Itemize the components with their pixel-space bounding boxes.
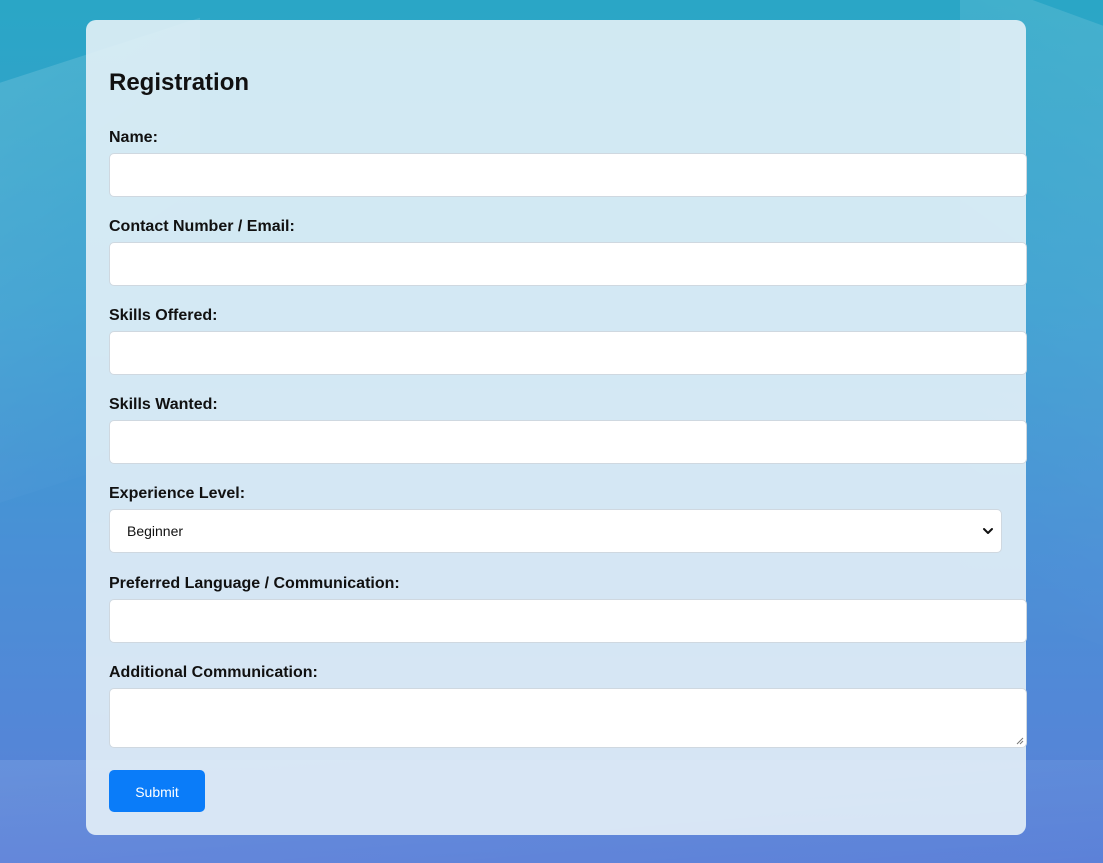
language-input[interactable] <box>109 599 1027 643</box>
skills-offered-field-group: Skills Offered: <box>109 307 1027 375</box>
contact-field-group: Contact Number / Email: <box>109 218 1027 286</box>
name-label: Name: <box>109 129 158 146</box>
skills-offered-input[interactable] <box>109 331 1027 375</box>
registration-card: Registration Name: Contact Number / Emai… <box>86 20 1027 835</box>
submit-button[interactable]: Submit <box>109 770 205 812</box>
chevron-down-icon <box>983 528 993 534</box>
language-label: Preferred Language / Communication: <box>109 575 400 592</box>
skills-wanted-input[interactable] <box>109 420 1027 464</box>
form-title: Registration <box>109 69 250 96</box>
experience-selected-value: Beginner <box>127 523 184 539</box>
contact-input[interactable] <box>109 242 1027 286</box>
name-field-group: Name: <box>109 129 1027 197</box>
additional-textarea[interactable] <box>109 688 1027 748</box>
skills-offered-label: Skills Offered: <box>109 307 218 324</box>
additional-field-group: Additional Communication: <box>109 664 1027 748</box>
additional-label: Additional Communication: <box>109 664 318 681</box>
skills-wanted-label: Skills Wanted: <box>109 396 218 413</box>
name-input[interactable] <box>109 153 1027 197</box>
resize-grip-icon[interactable] <box>1015 736 1024 745</box>
skills-wanted-field-group: Skills Wanted: <box>109 396 1027 464</box>
experience-select[interactable]: Beginner <box>109 509 1002 553</box>
experience-label: Experience Level: <box>109 485 246 502</box>
language-field-group: Preferred Language / Communication: <box>109 575 1027 643</box>
experience-field-group: Experience Level: Beginner <box>109 485 1002 553</box>
contact-label: Contact Number / Email: <box>109 218 295 235</box>
